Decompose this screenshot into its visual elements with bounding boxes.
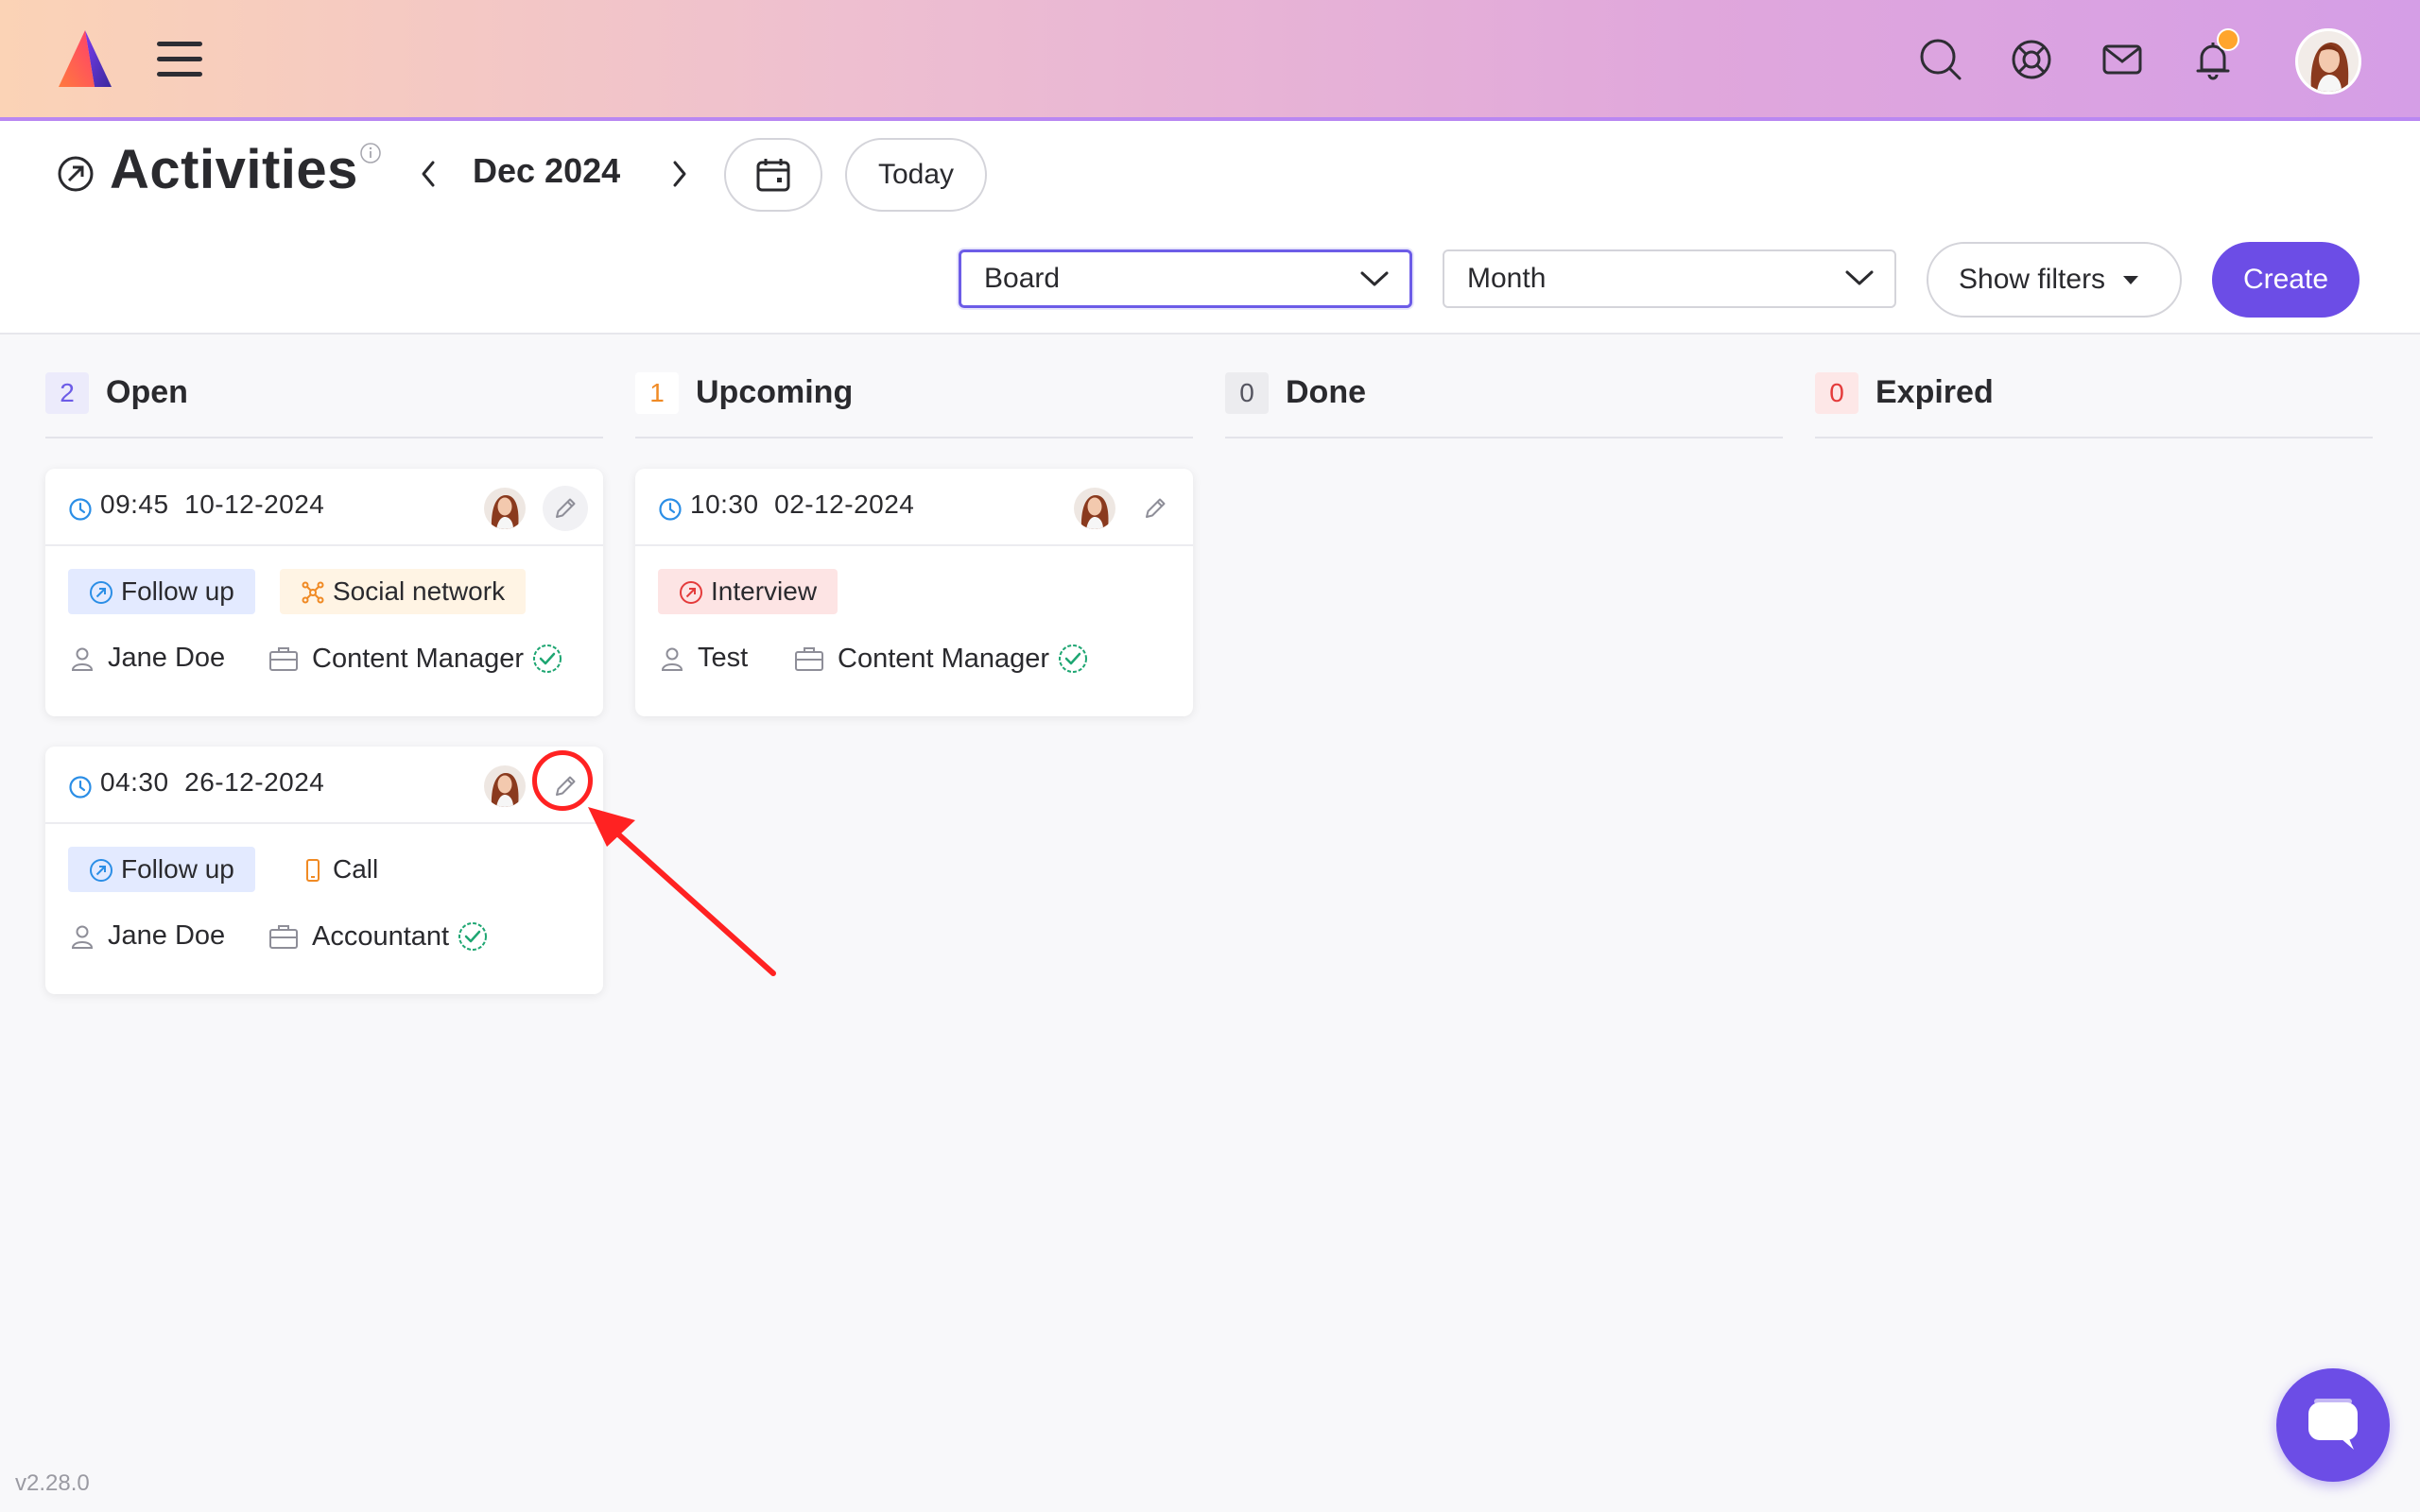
- support-icon[interactable]: [2008, 36, 2055, 83]
- candidate-name[interactable]: Jane Doe: [70, 643, 225, 674]
- job-position[interactable]: Accountant: [268, 920, 502, 953]
- briefcase-icon: [269, 925, 298, 949]
- card-header: 10:30 02-12-2024: [635, 469, 1193, 546]
- show-filters-button[interactable]: Show filters: [1927, 242, 2182, 318]
- clock-icon: [69, 498, 92, 521]
- caret-down-icon: [2123, 276, 2138, 284]
- pencil-icon: [1146, 498, 1166, 518]
- assignee-avatar[interactable]: [484, 488, 526, 529]
- top-bar: [0, 0, 2420, 121]
- briefcase-icon: [269, 647, 298, 671]
- activity-card[interactable]: 09:45 10-12-2024 Follow up Social networ…: [45, 469, 603, 716]
- calendar-icon: [756, 159, 790, 192]
- view-select[interactable]: Board: [959, 249, 1412, 308]
- card-header: 04:30 26-12-2024: [45, 747, 603, 824]
- activity-type-tag: Interview: [658, 569, 838, 614]
- pointer-arrow: [588, 807, 776, 976]
- info-icon[interactable]: [359, 142, 382, 164]
- edit-button[interactable]: [1132, 486, 1178, 531]
- social-network-icon: [302, 581, 324, 604]
- today-button[interactable]: Today: [845, 138, 987, 212]
- activity-card[interactable]: 10:30 02-12-2024 Interview Test Content …: [635, 469, 1193, 716]
- assignee-avatar[interactable]: [1074, 488, 1115, 529]
- column-title: Expired: [1876, 374, 1994, 410]
- activity-icon: [57, 155, 95, 193]
- column-open: 2 Open: [45, 370, 603, 438]
- notification-badge: [2217, 28, 2239, 51]
- activity-type-tag: Follow up: [68, 847, 255, 892]
- chevron-down-icon: [1360, 271, 1389, 286]
- card-datetime: 04:30 26-12-2024: [100, 767, 325, 797]
- channel-tag: Call: [280, 847, 399, 892]
- activity-type-tag: Follow up: [68, 569, 255, 614]
- card-datetime: 09:45 10-12-2024: [100, 490, 325, 519]
- candidate-name[interactable]: Test: [660, 643, 748, 674]
- card-header: 09:45 10-12-2024: [45, 469, 603, 546]
- clock-icon: [659, 498, 682, 521]
- chat-icon: [2308, 1399, 2358, 1450]
- column-expired: 0 Expired: [1815, 370, 2373, 438]
- verified-check-icon: [458, 922, 488, 951]
- verified-check-icon: [533, 644, 562, 673]
- person-icon: [661, 647, 683, 671]
- view-select-value: Board: [984, 263, 1061, 294]
- verified-check-icon: [1059, 644, 1088, 673]
- user-avatar[interactable]: [2295, 28, 2361, 94]
- search-icon[interactable]: [1917, 36, 1964, 83]
- column-title: Upcoming: [696, 374, 854, 410]
- app-version: v2.28.0: [15, 1470, 90, 1496]
- period-select-value: Month: [1467, 263, 1547, 294]
- edit-button[interactable]: [543, 486, 588, 531]
- calendar-picker-button[interactable]: [724, 138, 822, 212]
- pencil-icon: [556, 498, 576, 518]
- job-position[interactable]: Content Manager: [268, 643, 577, 675]
- phone-icon: [306, 859, 320, 882]
- card-datetime: 10:30 02-12-2024: [690, 490, 915, 519]
- column-count: 0: [1225, 372, 1269, 414]
- column-count: 0: [1815, 372, 1858, 414]
- previous-month-icon[interactable]: [416, 155, 441, 193]
- channel-tag: Social network: [280, 569, 527, 614]
- chat-button[interactable]: [2276, 1368, 2390, 1482]
- column-title: Open: [106, 374, 188, 410]
- assignee-avatar[interactable]: [484, 765, 526, 807]
- column-count: 2: [45, 372, 89, 414]
- column-done: 0 Done: [1225, 370, 1783, 438]
- interview-icon: [680, 581, 702, 604]
- person-icon: [71, 647, 94, 671]
- show-filters-label: Show filters: [1959, 264, 2106, 295]
- column-count: 1: [635, 372, 679, 414]
- column-upcoming: 1 Upcoming: [635, 370, 1193, 438]
- person-icon: [71, 925, 94, 949]
- clock-icon: [69, 776, 92, 799]
- period-select[interactable]: Month: [1443, 249, 1896, 308]
- page-title: Activities: [110, 139, 358, 200]
- mail-icon[interactable]: [2099, 36, 2146, 83]
- chevron-down-icon: [1845, 270, 1874, 285]
- activity-card[interactable]: 04:30 26-12-2024 Follow up Call Jane Doe…: [45, 747, 603, 994]
- candidate-name[interactable]: Jane Doe: [70, 920, 225, 952]
- briefcase-icon: [795, 647, 823, 671]
- next-month-icon[interactable]: [667, 155, 692, 193]
- current-month: Dec 2024: [473, 151, 621, 190]
- column-title: Done: [1286, 374, 1366, 410]
- follow-up-icon: [90, 581, 112, 604]
- follow-up-icon: [90, 859, 112, 882]
- app-logo[interactable]: [57, 28, 125, 91]
- highlight-circle: [532, 750, 593, 811]
- menu-toggle-icon[interactable]: [157, 42, 202, 77]
- job-position[interactable]: Content Manager: [794, 643, 1102, 675]
- create-button[interactable]: Create: [2212, 242, 2360, 318]
